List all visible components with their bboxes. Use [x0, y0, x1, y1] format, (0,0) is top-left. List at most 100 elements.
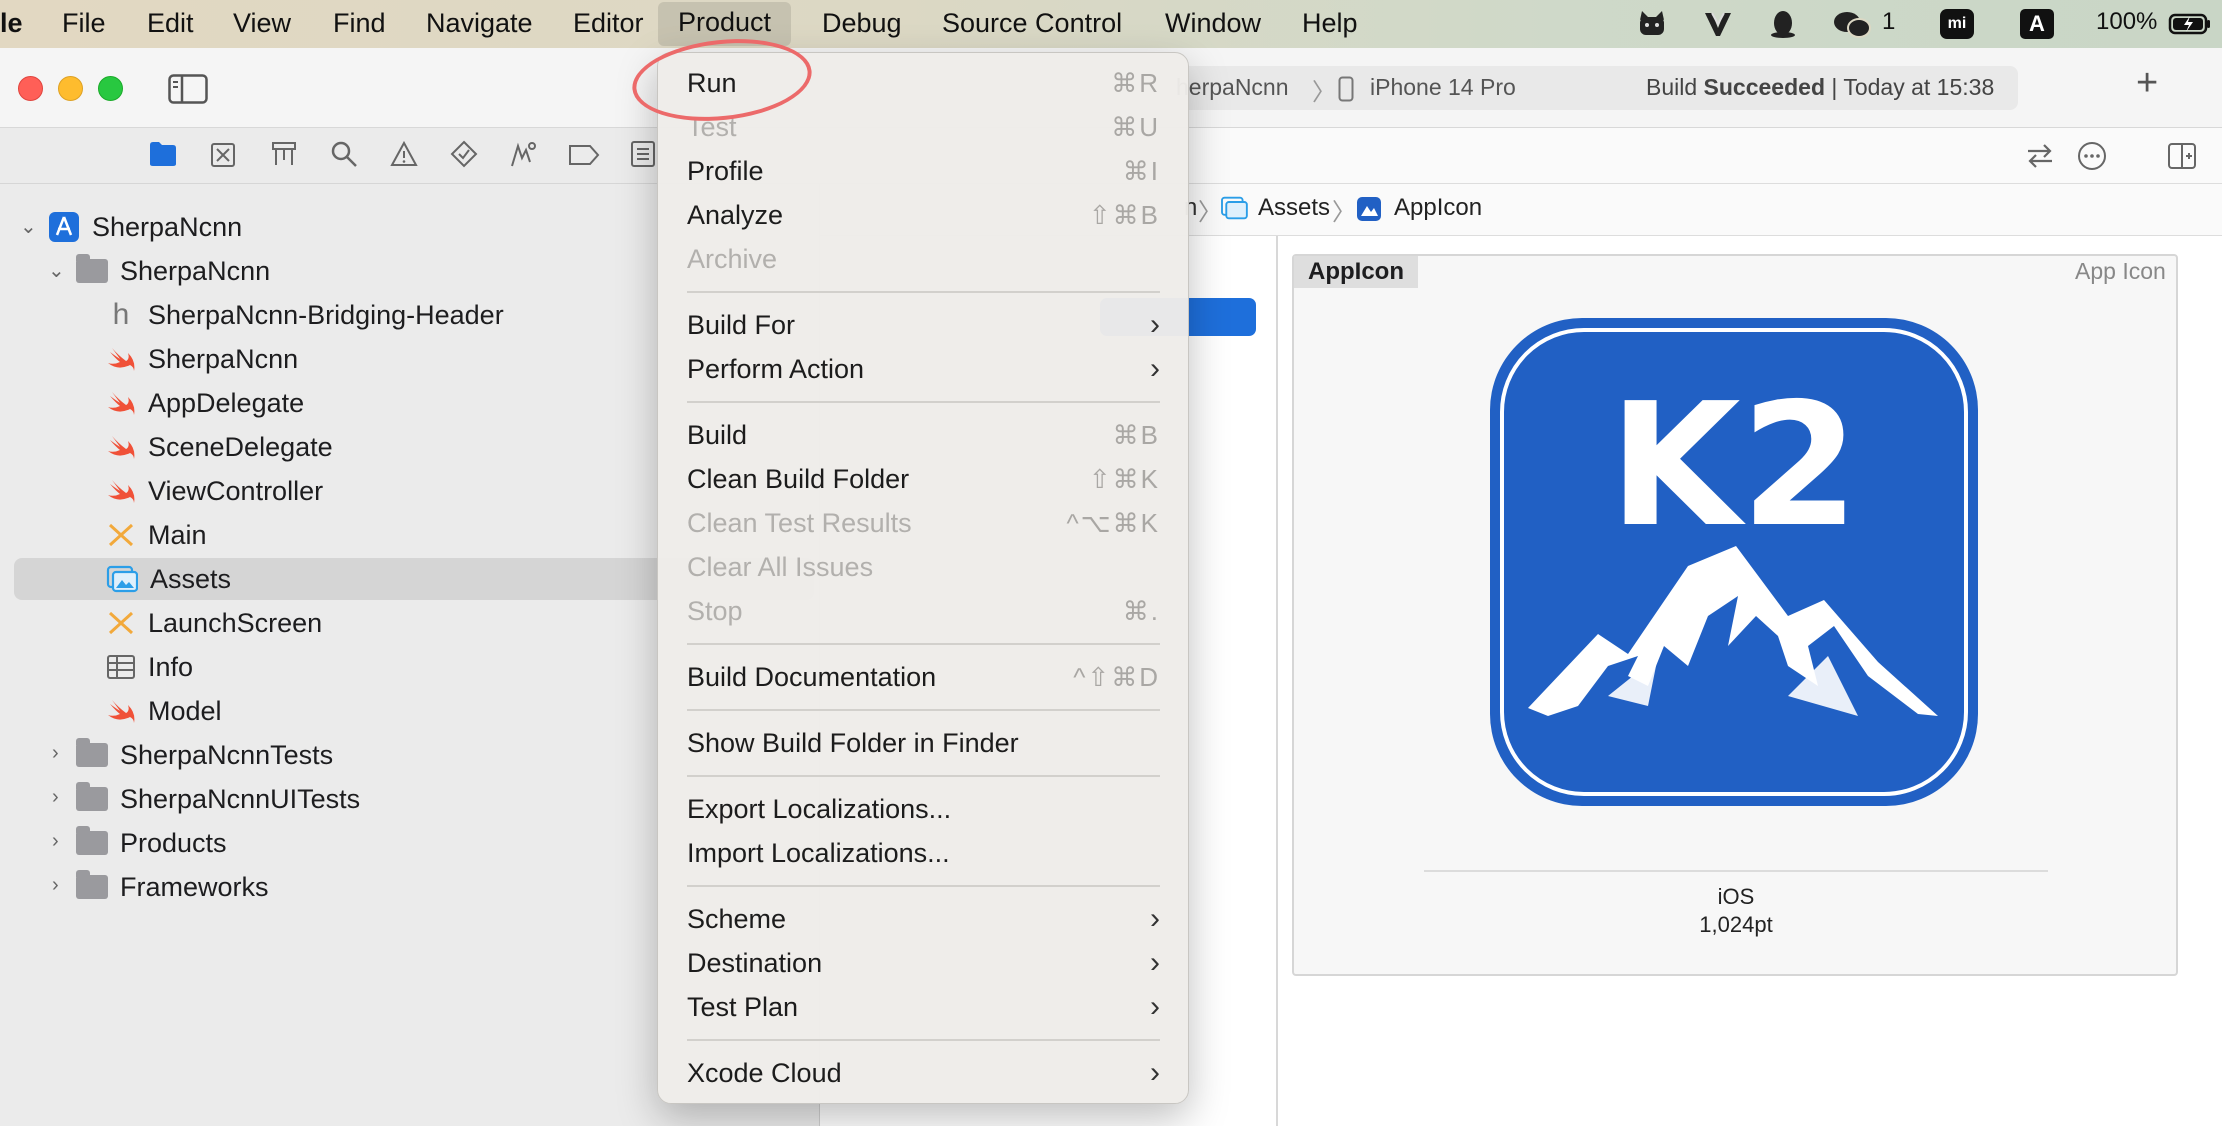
- qq-icon[interactable]: [1767, 8, 1799, 40]
- more-options-icon[interactable]: [2076, 140, 2108, 172]
- debug-navigator-icon[interactable]: [508, 140, 538, 168]
- menu-item-label: Scheme: [687, 903, 787, 934]
- zoom-button[interactable]: [98, 76, 123, 101]
- tree-file-main[interactable]: Main: [106, 515, 207, 555]
- disclosure-expanded-icon[interactable]: ⌄: [48, 258, 65, 283]
- wechat-count: 1: [1882, 8, 1896, 35]
- sidebar-toggle-icon[interactable]: [168, 74, 208, 104]
- asset-kind: App Icon: [2075, 258, 2166, 284]
- battery-icon[interactable]: [2168, 8, 2212, 40]
- tree-group-tests[interactable]: SherpaNcnnTests: [76, 735, 333, 775]
- menu-item-label: Build: [687, 419, 748, 450]
- menu-item-profile[interactable]: Profile ⌘I: [687, 149, 1160, 193]
- disclosure-collapsed-icon[interactable]: ›: [52, 742, 59, 765]
- minimize-button[interactable]: [58, 76, 83, 101]
- split-editor-icon[interactable]: [2166, 140, 2198, 172]
- disclosure-expanded-icon[interactable]: ⌄: [20, 214, 37, 239]
- tree-group-products[interactable]: Products: [76, 823, 227, 863]
- shortcut-label: ^⇧⌘D: [1073, 661, 1160, 692]
- search-icon[interactable]: [330, 140, 358, 168]
- header-file-icon: h: [112, 298, 130, 331]
- menu-item-archive[interactable]: Archive: [687, 237, 1160, 281]
- tree-file-launchscreen[interactable]: LaunchScreen: [106, 603, 322, 643]
- menu-separator: [687, 709, 1160, 711]
- disclosure-collapsed-icon[interactable]: ›: [52, 874, 59, 897]
- icon-size: 1,024pt: [1699, 912, 1773, 937]
- input-source-badge[interactable]: A: [2020, 9, 2054, 39]
- disclosure-collapsed-icon[interactable]: ›: [52, 830, 59, 853]
- menu-item-show-build-folder[interactable]: Show Build Folder in Finder: [687, 721, 1160, 765]
- breakpoint-navigator-icon[interactable]: [568, 144, 600, 166]
- menu-item-export-localizations[interactable]: Export Localizations...: [687, 787, 1160, 831]
- tree-group-sherpancnn[interactable]: SherpaNcnn: [76, 251, 270, 291]
- symbol-navigator-icon[interactable]: [270, 140, 298, 168]
- menu-item-perform-action[interactable]: Perform Action ›: [687, 347, 1160, 391]
- tree-group-uitests[interactable]: SherpaNcnnUITests: [76, 779, 360, 819]
- tree-label: SherpaNcnnTests: [120, 739, 334, 770]
- breadcrumb-appicon[interactable]: AppIcon: [1394, 194, 1482, 222]
- wechat-icon[interactable]: [1832, 8, 1872, 40]
- source-control-navigator-icon[interactable]: [210, 142, 236, 168]
- menu-item-build-documentation[interactable]: Build Documentation ^⇧⌘D: [687, 655, 1160, 699]
- tree-group-frameworks[interactable]: Frameworks: [76, 867, 269, 907]
- menu-item-stop[interactable]: Stop ⌘.: [687, 589, 1160, 633]
- tree-file-scenedelegate[interactable]: SceneDelegate: [106, 427, 333, 467]
- menu-file[interactable]: File: [62, 8, 106, 39]
- swap-icon[interactable]: [2024, 140, 2056, 172]
- menu-help[interactable]: Help: [1302, 8, 1358, 39]
- tree-file-viewcontroller[interactable]: ViewController: [106, 471, 323, 511]
- disclosure-collapsed-icon[interactable]: ›: [52, 786, 59, 809]
- menu-find[interactable]: Find: [333, 8, 386, 39]
- app-icon-image[interactable]: K2: [1488, 316, 1980, 808]
- tree-label: LaunchScreen: [148, 607, 323, 638]
- app-menu[interactable]: le: [0, 8, 23, 39]
- breadcrumb-assets[interactable]: Assets: [1258, 194, 1330, 222]
- tree-file-bridging-header[interactable]: h SherpaNcnn-Bridging-Header: [106, 295, 504, 335]
- menu-source-control[interactable]: Source Control: [942, 8, 1122, 39]
- menu-item-clean-build-folder[interactable]: Clean Build Folder ⇧⌘K: [687, 457, 1160, 501]
- tree-file-appdelegate[interactable]: AppDelegate: [106, 383, 304, 423]
- menu-item-build-for[interactable]: Build For ›: [687, 303, 1160, 347]
- tree-project-sherpancnn[interactable]: SherpaNcnn: [48, 207, 242, 247]
- menu-item-destination[interactable]: Destination ›: [687, 941, 1160, 985]
- tree-file-assets[interactable]: Assets: [106, 559, 231, 599]
- cat-app-icon[interactable]: [1636, 8, 1668, 40]
- menu-item-analyze[interactable]: Analyze ⇧⌘B: [687, 193, 1160, 237]
- menu-separator: [687, 643, 1160, 645]
- menu-view[interactable]: View: [233, 8, 291, 39]
- shortcut-label: ⌘R: [1111, 67, 1160, 98]
- menu-item-test-plan[interactable]: Test Plan ›: [687, 985, 1160, 1029]
- asset-name: AppIcon: [1294, 256, 1418, 288]
- scheme-name[interactable]: herpaNcnn: [1176, 74, 1289, 101]
- menu-item-import-localizations[interactable]: Import Localizations...: [687, 831, 1160, 875]
- menu-window[interactable]: Window: [1165, 8, 1261, 39]
- menu-item-clean-test-results[interactable]: Clean Test Results ^⌥⌘K: [687, 501, 1160, 545]
- menu-item-xcode-cloud[interactable]: Xcode Cloud ›: [687, 1051, 1160, 1095]
- menu-item-scheme[interactable]: Scheme ›: [687, 897, 1160, 941]
- menu-item-clear-all-issues[interactable]: Clear All Issues: [687, 545, 1160, 589]
- tree-label: SherpaNcnn: [120, 255, 271, 286]
- chevron-right-icon: 〉: [1198, 199, 1222, 226]
- v-app-icon[interactable]: [1702, 8, 1734, 40]
- add-button[interactable]: +: [2136, 62, 2158, 105]
- folder-navigator-icon[interactable]: [148, 140, 178, 168]
- mi-badge[interactable]: mi: [1940, 9, 1974, 39]
- shortcut-label: ⌘.: [1122, 595, 1160, 626]
- build-status-result: Succeeded: [1703, 74, 1825, 100]
- tree-file-info[interactable]: Info: [106, 647, 193, 687]
- test-navigator-icon[interactable]: [450, 140, 478, 168]
- shortcut-label: ^⌥⌘K: [1066, 507, 1160, 538]
- close-button[interactable]: [18, 76, 43, 101]
- menu-item-label: Clean Test Results: [687, 507, 912, 538]
- menu-navigate[interactable]: Navigate: [426, 8, 533, 39]
- report-navigator-icon[interactable]: [630, 140, 656, 168]
- divider: [1424, 870, 2048, 872]
- tree-file-model[interactable]: Model: [106, 691, 222, 731]
- destination-name[interactable]: iPhone 14 Pro: [1370, 74, 1516, 101]
- menu-editor[interactable]: Editor: [573, 8, 644, 39]
- tree-file-sherpancnn[interactable]: SherpaNcnn: [106, 339, 298, 379]
- menu-item-build[interactable]: Build ⌘B: [687, 413, 1160, 457]
- menu-edit[interactable]: Edit: [147, 8, 194, 39]
- issue-navigator-icon[interactable]: [390, 140, 418, 168]
- menu-debug[interactable]: Debug: [822, 8, 902, 39]
